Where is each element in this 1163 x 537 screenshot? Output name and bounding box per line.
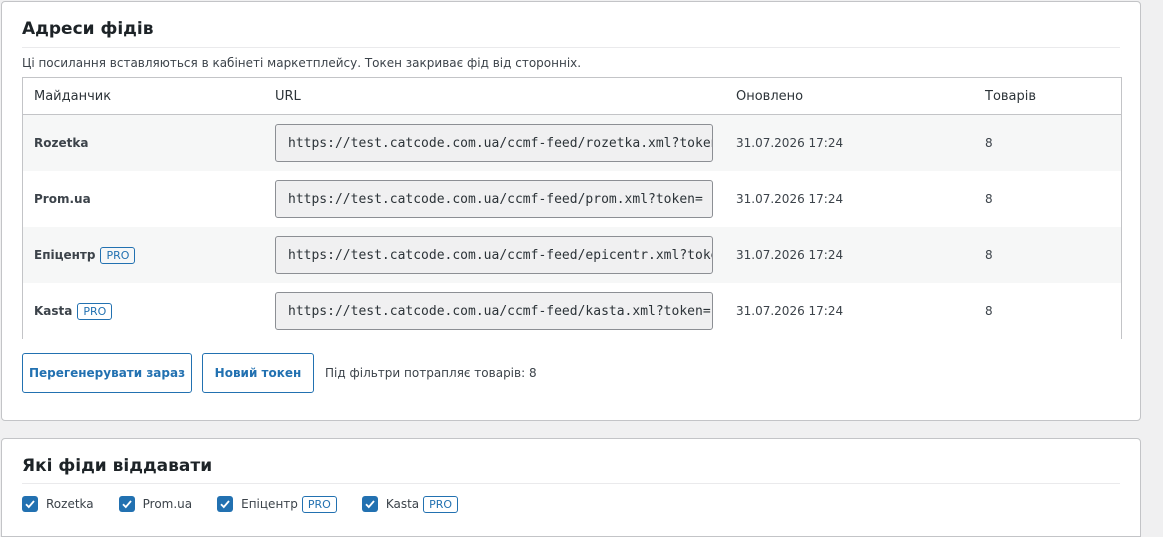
checkbox-checked[interactable]: [22, 496, 38, 512]
title-divider: [22, 483, 1120, 484]
checkbox-label-group: Kasta PRO: [385, 495, 459, 513]
updated-at: 31.07.2026 17:24: [736, 248, 844, 262]
feed-url-field[interactable]: https://test.catcode.com.ua/ccmf-feed/ka…: [275, 292, 713, 330]
table-row: Епіцентр PRO https://test.catcode.com.ua…: [23, 227, 1121, 283]
updated-at: 31.07.2026 17:24: [736, 304, 844, 318]
new-token-button[interactable]: Новий токен: [202, 353, 314, 393]
feed-checkbox-group: Rozetka Prom.ua Епіцентр PRO Kasta PRO: [22, 494, 483, 514]
checkbox-prom[interactable]: Prom.ua: [118, 496, 193, 512]
platform-name: Епіцентр PRO: [34, 227, 136, 283]
header-url: URL: [275, 89, 301, 104]
checkbox-checked[interactable]: [361, 496, 378, 512]
which-feeds-title: Які фіди віддавати: [22, 456, 213, 476]
checkmark-icon: [365, 500, 375, 509]
feed-url-field[interactable]: https://test.catcode.com.ua/ccmf-feed/ro…: [275, 124, 713, 162]
checkbox-label: Prom.ua: [142, 497, 193, 511]
platform-name: Kasta PRO: [34, 283, 113, 339]
product-count: 8: [985, 192, 993, 206]
platform-label: Епіцентр: [34, 248, 96, 262]
feeds-section-title: Адреси фідів: [22, 19, 154, 39]
checkbox-label-group: Епіцентр PRO: [241, 495, 337, 513]
pro-badge: PRO: [77, 302, 113, 320]
checkmark-icon: [25, 500, 35, 509]
checkmark-icon: [121, 500, 132, 509]
which-feeds-card: Які фіди віддавати Rozetka Prom.ua Епіце…: [1, 438, 1141, 537]
platform-label: Kasta: [34, 304, 73, 318]
checkbox-checked[interactable]: [217, 496, 234, 512]
feeds-table: Майданчик URL Оновлено Товарів Rozetka h…: [22, 77, 1122, 339]
pro-badge: PRO: [301, 495, 337, 513]
table-row: Prom.ua https://test.catcode.com.ua/ccmf…: [23, 171, 1121, 227]
feed-url-field[interactable]: https://test.catcode.com.ua/ccmf-feed/ep…: [275, 236, 713, 274]
feeds-description: Ці посилання вставляються в кабінеті мар…: [22, 56, 582, 70]
table-row: Kasta PRO https://test.catcode.com.ua/cc…: [23, 283, 1121, 339]
header-updated: Оновлено: [736, 89, 804, 104]
feed-url-field[interactable]: https://test.catcode.com.ua/ccmf-feed/pr…: [275, 180, 713, 218]
regenerate-now-button[interactable]: Перегенерувати зараз: [22, 353, 192, 393]
checkbox-label: Епіцентр: [241, 497, 298, 511]
checkmark-icon: [220, 500, 230, 509]
product-count: 8: [985, 304, 993, 318]
table-header: Майданчик URL Оновлено Товарів: [23, 78, 1121, 115]
checkbox-label: Rozetka: [46, 497, 94, 511]
product-count: 8: [985, 136, 993, 150]
checkbox-label: Kasta: [385, 497, 420, 511]
updated-at: 31.07.2026 17:24: [736, 136, 844, 150]
platform-label: Prom.ua: [34, 192, 91, 206]
platform-label: Rozetka: [34, 136, 89, 150]
checkbox-checked[interactable]: [118, 496, 135, 512]
title-divider: [22, 47, 1120, 48]
header-count: Товарів: [985, 89, 1037, 104]
checkbox-epicentr[interactable]: Епіцентр PRO: [217, 495, 337, 513]
platform-name: Prom.ua: [34, 171, 91, 227]
checkbox-kasta[interactable]: Kasta PRO: [361, 495, 459, 513]
product-count: 8: [985, 248, 993, 262]
pro-badge: PRO: [423, 495, 459, 513]
header-platform: Майданчик: [34, 89, 112, 104]
checkbox-rozetka[interactable]: Rozetka: [22, 496, 94, 512]
pro-badge: PRO: [100, 246, 136, 264]
updated-at: 31.07.2026 17:24: [736, 192, 844, 206]
table-row: Rozetka https://test.catcode.com.ua/ccmf…: [23, 115, 1121, 171]
platform-name: Rozetka: [34, 115, 88, 171]
filter-count-note: Під фільтри потрапляє товарів: 8: [325, 366, 537, 380]
feeds-card: Адреси фідів Ці посилання вставляються в…: [1, 1, 1141, 421]
